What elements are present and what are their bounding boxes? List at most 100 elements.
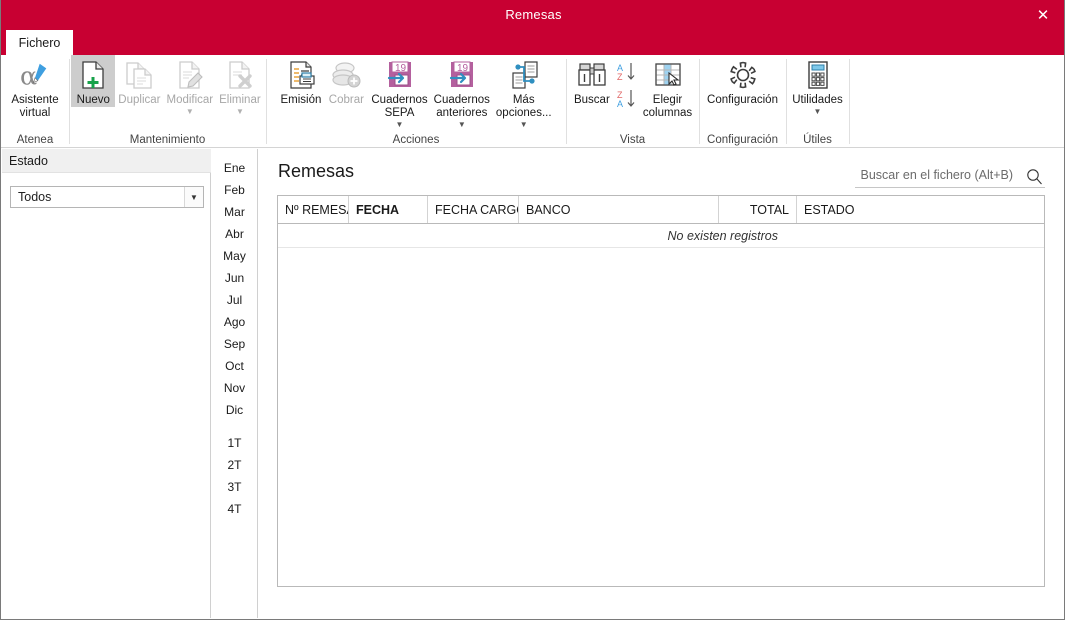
- grid-empty-message: No existen registros: [278, 224, 1044, 248]
- coins-plus-icon: [330, 59, 362, 91]
- filter-panel: Estado Todos ▼: [2, 149, 211, 618]
- duplicate-document-icon: [123, 59, 155, 91]
- ribbon-group-items: Utilidades ▼: [786, 55, 849, 128]
- grid-column-header[interactable]: Nº REMESA: [278, 196, 349, 223]
- ribbon-button-label: Nuevo: [76, 94, 110, 106]
- ribbon-group-acciones: Emisión Cobrar 19 Cuadernos SEPA ▼ 19 Cua…: [266, 55, 566, 148]
- chevron-down-icon: ▼: [185, 107, 194, 116]
- ribbon-button-cuadernos-sepa[interactable]: 19 Cuadernos SEPA ▼: [368, 55, 430, 129]
- ribbon-button-configuracion[interactable]: Configuración: [704, 55, 781, 107]
- ribbon-button-asistente-virtual[interactable]: α Asistente virtual: [8, 55, 61, 120]
- ribbon-button-cuadernos-anteriores[interactable]: 19 Cuadernos anteriores ▼: [431, 55, 493, 129]
- period-month-jul[interactable]: Jul: [212, 289, 257, 311]
- chevron-down-icon[interactable]: ▼: [396, 121, 404, 129]
- period-month-sep[interactable]: Sep: [212, 333, 257, 355]
- period-month-jun[interactable]: Jun: [212, 267, 257, 289]
- ribbon-button-label: Buscar: [573, 94, 610, 106]
- period-month-may[interactable]: May: [212, 245, 257, 267]
- ribbon: α Asistente virtual Atenea Nuevo Duplicar…: [1, 55, 1064, 148]
- tab-fichero[interactable]: Fichero: [6, 30, 73, 55]
- delete-document-x-icon: [224, 59, 256, 91]
- notebook-19-arrow-icon: 19: [384, 59, 416, 91]
- chevron-down-icon[interactable]: ▼: [520, 121, 528, 129]
- ribbon-button-label: Asistente virtual: [11, 94, 59, 119]
- ribbon-group-utiles: Utilidades ▼ Útiles: [786, 55, 849, 148]
- ribbon-button-label: Cuadernos SEPA: [371, 94, 428, 119]
- ribbon-button-buscar[interactable]: Buscar: [570, 55, 614, 107]
- ribbon-tab-strip: Fichero: [1, 30, 1064, 55]
- ribbon-button-label: Emisión: [280, 94, 322, 106]
- period-month-oct[interactable]: Oct: [212, 355, 257, 377]
- period-month-nov[interactable]: Nov: [212, 377, 257, 399]
- grid-column-header[interactable]: BANCO: [519, 196, 719, 223]
- title-bar: Remesas ✕: [1, 0, 1064, 30]
- period-month-mar[interactable]: Mar: [212, 201, 257, 223]
- ribbon-group-label: Acciones: [392, 134, 440, 146]
- search-icon[interactable]: [1023, 165, 1045, 187]
- edit-document-pencil-icon: [174, 59, 206, 91]
- period-quarter-4t[interactable]: 4T: [212, 498, 257, 520]
- search-input[interactable]: [855, 164, 1015, 186]
- chevron-down-icon[interactable]: ▼: [458, 121, 466, 129]
- period-month-ago[interactable]: Ago: [212, 311, 257, 333]
- page-title: Remesas: [278, 161, 355, 181]
- gear-icon: [727, 59, 759, 91]
- sort-az-za-icon[interactable]: A Z Z A: [614, 57, 640, 117]
- svg-text:α: α: [20, 60, 37, 90]
- ribbon-group-label: Atenea: [16, 134, 54, 146]
- ribbon-button-nuevo[interactable]: Nuevo: [71, 55, 116, 107]
- ribbon-button-label: Configuración: [707, 94, 778, 106]
- calculator-icon: [802, 59, 834, 91]
- ribbon-group-items: Buscar A Z Z A Elegir columnas: [566, 55, 699, 128]
- notebook-19-arrow-icon: 19: [446, 59, 478, 91]
- ribbon-group-configuracion: Configuración Configuración: [699, 55, 786, 148]
- ribbon-button-mas-opciones[interactable]: Más opciones... ▼: [493, 55, 555, 129]
- estado-filter-value: Todos: [18, 190, 52, 204]
- filter-panel-header: Estado: [2, 149, 211, 173]
- ribbon-group-atenea: α Asistente virtual Atenea: [1, 55, 69, 148]
- period-month-dic[interactable]: Dic: [212, 399, 257, 421]
- ribbon-button-label: Eliminar: [219, 94, 261, 106]
- period-month-feb[interactable]: Feb: [212, 179, 257, 201]
- ribbon-group-items: Emisión Cobrar 19 Cuadernos SEPA ▼ 19 Cua…: [266, 55, 566, 129]
- ribbon-group-label: Vista: [619, 134, 646, 146]
- new-document-plus-icon: [77, 59, 109, 91]
- period-month-ene[interactable]: Ene: [212, 157, 257, 179]
- chevron-down-icon: ▼: [235, 107, 244, 116]
- main-content: Remesas Nº REMESAFECHAFECHA CARGOBANCOTO…: [259, 149, 1063, 618]
- ribbon-button-modificar: Modificar ▼: [163, 55, 216, 116]
- period-strip: Ene Feb Mar Abr May Jun Jul Ago Sep Oct Nov Dic 1T 2T…: [212, 149, 258, 618]
- grid-column-header[interactable]: FECHA CARGO: [428, 196, 519, 223]
- print-document-icon: [285, 59, 317, 91]
- ribbon-button-label: Más opciones...: [495, 94, 552, 119]
- ribbon-group-items: Configuración: [699, 55, 786, 128]
- grid-column-header[interactable]: TOTAL: [719, 196, 797, 223]
- ribbon-button-eliminar: Eliminar ▼: [216, 55, 264, 116]
- svg-text:19: 19: [457, 63, 469, 74]
- ribbon-button-emision[interactable]: Emisión: [277, 55, 324, 107]
- ribbon-button-elegir-columnas[interactable]: Elegir columnas: [640, 55, 695, 120]
- close-icon[interactable]: ✕: [1020, 0, 1064, 30]
- ribbon-group-items: α Asistente virtual: [1, 55, 69, 128]
- chevron-down-icon[interactable]: ▼: [184, 187, 203, 207]
- chevron-down-icon[interactable]: ▼: [814, 108, 822, 116]
- ribbon-button-label: Utilidades: [792, 94, 843, 106]
- ribbon-group-items: Nuevo Duplicar Modificar ▼ Eliminar ▼: [69, 55, 266, 128]
- records-grid: Nº REMESA FECHA FECHA CARGO BANCO TOTAL ESTAD…: [277, 195, 1045, 587]
- search-box: [855, 164, 1045, 188]
- application-window: Remesas ✕ Fichero α Asistente virtual Ate…: [0, 0, 1065, 620]
- svg-text:Z: Z: [617, 72, 623, 82]
- period-quarter-3t[interactable]: 3T: [212, 476, 257, 498]
- grid-header-row: Nº REMESA FECHA FECHA CARGO BANCO TOTAL ESTAD…: [278, 196, 1044, 224]
- choose-columns-icon: [652, 59, 684, 91]
- period-quarter-1t[interactable]: 1T: [212, 432, 257, 454]
- grid-column-header[interactable]: FECHA: [349, 196, 428, 223]
- grid-column-header[interactable]: ESTADO: [797, 196, 1044, 223]
- period-month-abr[interactable]: Abr: [212, 223, 257, 245]
- linked-documents-icon: [508, 59, 540, 91]
- ribbon-button-cobrar: Cobrar: [324, 55, 368, 107]
- period-quarter-2t[interactable]: 2T: [212, 454, 257, 476]
- ribbon-group-label: Mantenimiento: [129, 134, 206, 146]
- estado-filter-combobox[interactable]: Todos ▼: [10, 186, 204, 208]
- ribbon-button-utilidades[interactable]: Utilidades ▼: [789, 55, 846, 116]
